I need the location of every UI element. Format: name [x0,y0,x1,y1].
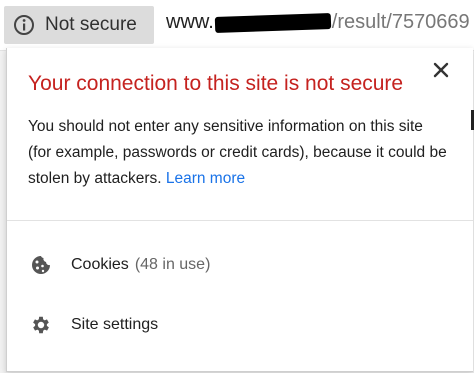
gear-icon [29,313,53,337]
browser-window: Not secure www. /result/7570669 Your con… [0,0,474,373]
address-bar: Not secure www. /result/7570669 [0,0,474,51]
close-button[interactable] [431,60,451,80]
site-settings-item[interactable]: Site settings [7,303,473,347]
close-icon [433,62,449,78]
redaction-mark [214,12,332,33]
site-security-chip[interactable]: Not secure [4,6,154,44]
popup-body: You should not enter any sensitive infor… [28,114,448,192]
url-prefix: www. [166,11,214,33]
divider [7,220,473,221]
security-label: Not secure [45,14,137,35]
cookies-item[interactable]: Cookies (48 in use) [7,243,473,287]
cookie-icon [29,253,53,277]
learn-more-link[interactable]: Learn more [166,170,245,187]
popup-title: Your connection to this site is not secu… [28,72,404,95]
site-info-popup: Your connection to this site is not secu… [6,48,473,372]
url-text[interactable]: www. /result/7570669 [166,11,470,34]
site-settings-label: Site settings [71,316,159,333]
info-icon [13,14,35,36]
cookies-label: Cookies [71,256,129,273]
cookies-count: (48 in use) [134,256,211,273]
url-path: /result/7570669 [331,11,470,33]
